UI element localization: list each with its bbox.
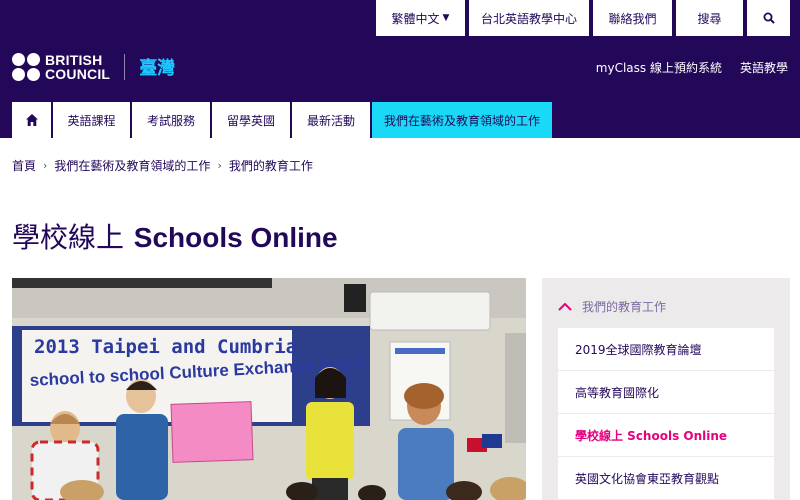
breadcrumb-arts-education[interactable]: 我們在藝術及教育領域的工作 bbox=[54, 157, 210, 174]
classroom-illustration: 2013 Taipei and Cumbria school to school… bbox=[12, 278, 526, 500]
breadcrumb-separator: › bbox=[43, 159, 48, 172]
logo-dots bbox=[12, 53, 40, 81]
english-teaching-link[interactable]: 英語教學 bbox=[740, 59, 788, 76]
side-item-east-asia-insight[interactable]: 英國文化協會東亞教育觀點 bbox=[558, 457, 774, 499]
nav-english-courses[interactable]: 英語課程 bbox=[53, 102, 130, 138]
side-item-education-forum[interactable]: 2019全球國際教育論壇 bbox=[558, 328, 774, 370]
logo-divider bbox=[124, 54, 126, 80]
side-item-schools-online[interactable]: 學校線上 Schools Online bbox=[558, 414, 774, 456]
home-icon bbox=[25, 114, 38, 126]
contact-link[interactable]: 聯絡我們 bbox=[593, 0, 672, 36]
side-menu-heading-label: 我們的教育工作 bbox=[582, 300, 667, 314]
search-link[interactable]: 搜尋 bbox=[676, 0, 743, 36]
nav-events[interactable]: 最新活動 bbox=[292, 102, 370, 138]
page-title: 學校線上 Schools Online bbox=[12, 216, 338, 256]
main-nav: 英語課程 考試服務 留學英國 最新活動 我們在藝術及教育領域的工作 bbox=[12, 102, 552, 138]
teaching-centre-link[interactable]: 台北英語教學中心 bbox=[469, 0, 589, 36]
country-name: 臺灣 bbox=[139, 58, 176, 79]
search-button[interactable] bbox=[747, 0, 790, 36]
page-title-chinese: 學校線上 bbox=[12, 221, 125, 254]
language-selector[interactable]: 繁體中文 ▼ bbox=[376, 0, 465, 36]
myclass-link[interactable]: myClass 線上預約系統 bbox=[596, 59, 722, 76]
breadcrumb: 首頁 › 我們在藝術及教育領域的工作 › 我們的教育工作 bbox=[12, 157, 313, 174]
british-council-logo[interactable]: BRITISH COUNCIL 臺灣 bbox=[12, 53, 175, 81]
logo-wordmark: BRITISH COUNCIL bbox=[45, 52, 111, 82]
hero-photo: 2013 Taipei and Cumbria school to school… bbox=[12, 278, 526, 500]
page-title-english: Schools Online bbox=[133, 222, 338, 253]
breadcrumb-separator: › bbox=[217, 159, 222, 172]
side-menu-list: 2019全球國際教育論壇 高等教育國際化 學校線上 Schools Online… bbox=[558, 328, 774, 500]
site-header: 繁體中文 ▼ 台北英語教學中心 聯絡我們 搜尋 BRITISH COUNCIL … bbox=[0, 0, 800, 138]
caret-down-icon: ▼ bbox=[442, 13, 450, 23]
banner-line1: 2013 Taipei and Cumbria bbox=[34, 336, 297, 358]
side-item-higher-education[interactable]: 高等教育國際化 bbox=[558, 371, 774, 413]
nav-study-uk[interactable]: 留學英國 bbox=[212, 102, 290, 138]
nav-arts-education[interactable]: 我們在藝術及教育領域的工作 bbox=[372, 102, 552, 138]
chevron-up-icon bbox=[558, 302, 572, 311]
breadcrumb-home[interactable]: 首頁 bbox=[12, 157, 36, 174]
nav-exams[interactable]: 考試服務 bbox=[132, 102, 210, 138]
nav-home[interactable] bbox=[12, 102, 51, 138]
breadcrumb-education-work[interactable]: 我們的教育工作 bbox=[229, 157, 313, 174]
search-icon bbox=[763, 12, 775, 24]
top-links: myClass 線上預約系統 英語教學 bbox=[596, 59, 788, 76]
side-menu-heading[interactable]: 我們的教育工作 bbox=[558, 298, 666, 315]
language-label: 繁體中文 bbox=[391, 11, 440, 26]
side-menu: 我們的教育工作 2019全球國際教育論壇 高等教育國際化 學校線上 School… bbox=[542, 278, 790, 500]
utility-nav: 繁體中文 ▼ 台北英語教學中心 聯絡我們 搜尋 bbox=[376, 0, 790, 36]
